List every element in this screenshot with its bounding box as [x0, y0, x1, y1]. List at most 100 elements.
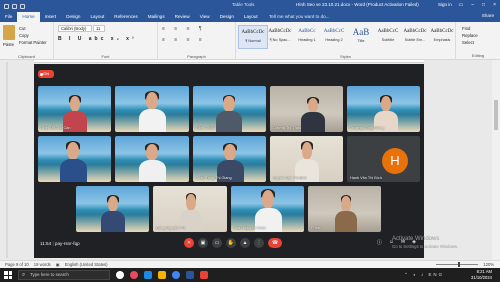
close-icon[interactable]: ×: [493, 2, 496, 8]
tab-insert[interactable]: Insert: [40, 12, 62, 22]
app-icon[interactable]: [200, 271, 208, 279]
zoom-slider[interactable]: [436, 262, 478, 267]
system-tray-icons[interactable]: ⌃ ◐ ♪ ENG: [404, 272, 444, 278]
file-explorer-icon[interactable]: [158, 271, 166, 279]
style-heading-2[interactable]: AaBbCcC Heading 2: [319, 25, 349, 49]
participant-video: [215, 94, 243, 132]
style-subtitle[interactable]: AaBbCcC Subtitle: [373, 25, 403, 49]
meeting-time: 11:54: [40, 241, 52, 246]
list-buttons[interactable]: ≡ ≡ ≡ ¶: [162, 26, 206, 32]
participant-tile: [38, 136, 111, 182]
task-view-icon[interactable]: [116, 271, 124, 279]
participant-tile: Trần Nguyễn Hoàn: [231, 186, 304, 232]
tab-mailings[interactable]: Mailings: [143, 12, 170, 22]
save-icon[interactable]: [4, 3, 9, 9]
proofing-icon[interactable]: ▣: [51, 262, 60, 267]
paragraph-label: Paragraph: [187, 54, 206, 59]
ribbon-tabs: File Home Insert Design Layout Reference…: [0, 12, 500, 22]
participant-tile: [115, 136, 189, 182]
tell-me-search[interactable]: Tell me what you want to do...: [269, 14, 330, 19]
windows-start-icon[interactable]: [4, 271, 12, 279]
participant-name: Trương Công Giảng: [350, 126, 385, 130]
context-tab-label: Table Tools: [232, 2, 255, 7]
vertical-ruler: [6, 62, 8, 258]
style-no-spacing[interactable]: AaBbCcDc ¶ No Spac...: [265, 25, 295, 49]
captions-icon[interactable]: ▭: [212, 238, 222, 248]
paragraph-group: ≡ ≡ ≡ ¶ ≡ ≡ ≡ ≡ Paragraph: [158, 22, 236, 60]
participant-tile: Tuấn Tổng Thị Giang: [193, 136, 266, 182]
participant-tile: Huỳnh Văn Thị Bích: [270, 136, 343, 182]
paste-icon[interactable]: [3, 25, 15, 40]
participant-video: [300, 96, 326, 132]
tab-layout[interactable]: Layout: [85, 12, 109, 22]
style-title[interactable]: AaB Title: [346, 25, 376, 49]
style-emphasis[interactable]: AaBbCcDc Emphasis: [427, 25, 457, 49]
clipboard-label: Clipboard: [17, 54, 36, 59]
zoom-level[interactable]: 120%: [478, 262, 494, 267]
word-icon[interactable]: [186, 271, 194, 279]
tab-design[interactable]: Design: [61, 12, 85, 22]
copy-button[interactable]: Copy: [19, 32, 47, 39]
maximize-icon[interactable]: □: [482, 2, 485, 8]
styles-group: AaBbCcDc ¶ Normal AaBbCcDc ¶ No Spac... …: [236, 22, 456, 60]
replace-button[interactable]: Replace: [462, 32, 478, 39]
participant-tile: [115, 86, 189, 132]
tab-table-design[interactable]: Design: [215, 12, 239, 22]
font-size-select[interactable]: 11: [93, 25, 105, 32]
style-subtle-emphasis[interactable]: AaBbCcDc Subtle Em...: [400, 25, 430, 49]
participant-video: [137, 90, 167, 132]
tab-view[interactable]: View: [195, 12, 215, 22]
sign-in-link[interactable]: Sign in: [438, 2, 452, 7]
align-buttons[interactable]: ≡ ≡ ≡ ≡: [162, 37, 206, 43]
participant-avatar: H: [382, 148, 408, 174]
meeting-image[interactable]: Ghi Trần Thị Thu Cần Ninh Thị Ái Dương T…: [34, 64, 424, 258]
ribbon-options-icon[interactable]: ▭: [459, 2, 464, 8]
style-heading-1[interactable]: AaBbCc Heading 1: [292, 25, 322, 49]
redo-icon[interactable]: [20, 3, 25, 9]
present-icon[interactable]: ▲: [240, 238, 250, 248]
edge-icon[interactable]: [144, 271, 152, 279]
participant-name: Ninh Thị Ái: [196, 126, 215, 130]
tab-table-layout[interactable]: Layout: [239, 12, 263, 22]
select-button[interactable]: Select: [462, 39, 478, 46]
taskbar: Type here to search ⌃ ◐ ♪ ENG 8:21 AM 31…: [0, 268, 500, 282]
taskbar-search[interactable]: Type here to search: [18, 270, 110, 280]
participant-name: Huỳnh Văn Thị Bích: [273, 176, 307, 180]
find-button[interactable]: Find: [462, 25, 478, 32]
app-icon[interactable]: [130, 271, 138, 279]
scrollbar-thumb[interactable]: [494, 100, 498, 130]
share-button[interactable]: Share: [482, 13, 494, 18]
word-count[interactable]: 19 words: [29, 262, 51, 267]
font-format-buttons[interactable]: B I U abc x₂ x²: [58, 36, 137, 42]
font-group: Calibri (Body) 11 B I U abc x₂ x² Font: [54, 22, 158, 60]
language-indicator[interactable]: English (United States): [60, 262, 108, 267]
style-normal[interactable]: AaBbCcDc ¶ Normal: [238, 25, 268, 49]
participant-video: [334, 194, 358, 232]
cut-button[interactable]: Cut: [19, 25, 47, 32]
paste-button[interactable]: Paste: [3, 42, 14, 47]
participant-tile: Ninh Thị Ái: [193, 86, 266, 132]
format-painter-button[interactable]: Format Painter: [19, 39, 47, 46]
info-icon[interactable]: ⓘ: [377, 239, 382, 246]
tab-file[interactable]: File: [0, 12, 17, 22]
clipboard-actions: Cut Copy Format Painter: [19, 25, 47, 46]
tab-references[interactable]: References: [109, 12, 143, 22]
font-name-select[interactable]: Calibri (Body): [58, 25, 92, 32]
more-options-icon[interactable]: ⋮: [254, 238, 264, 248]
chrome-icon[interactable]: [172, 271, 180, 279]
page-count[interactable]: Page 9 of 10: [0, 262, 29, 267]
undo-icon[interactable]: [12, 3, 17, 9]
mic-off-icon[interactable]: ✕: [184, 238, 194, 248]
tab-review[interactable]: Review: [170, 12, 195, 22]
leave-call-icon[interactable]: ☎: [268, 238, 282, 248]
minimize-icon[interactable]: –: [471, 2, 474, 8]
vertical-scrollbar[interactable]: [492, 60, 500, 260]
quick-access-toolbar: [0, 3, 25, 9]
participant-name: Đặng Nguyễn Thị: [156, 226, 186, 230]
taskbar-clock[interactable]: 8:21 AM 31/10/2024: [471, 269, 492, 281]
participant-name: Dương Thị Thao: [273, 126, 301, 130]
camera-icon[interactable]: ▣: [198, 238, 208, 248]
clock-date: 31/10/2024: [471, 275, 492, 280]
tab-home[interactable]: Home: [17, 12, 40, 22]
raise-hand-icon[interactable]: ✋: [226, 238, 236, 248]
